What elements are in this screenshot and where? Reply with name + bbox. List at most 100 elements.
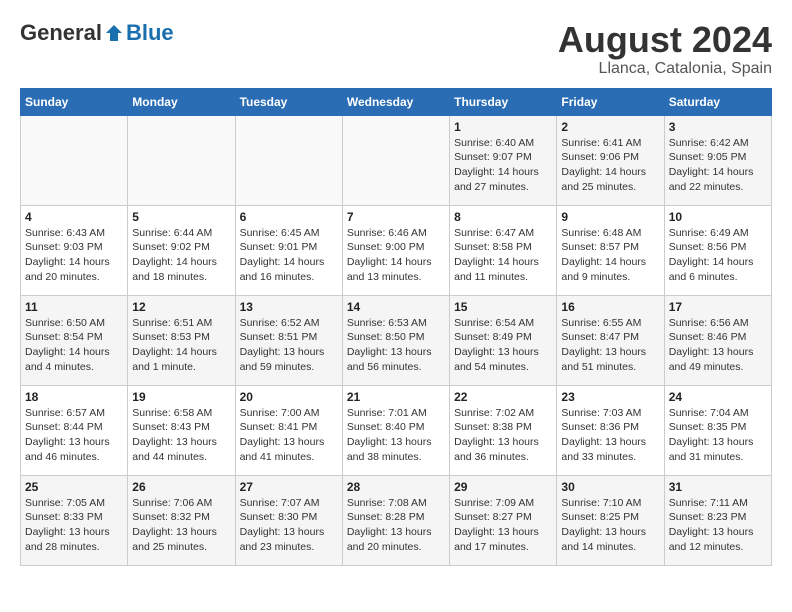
day-number: 15 [454, 300, 552, 314]
calendar-cell: 26 Sunrise: 7:06 AMSunset: 8:32 PMDayligh… [128, 475, 235, 565]
day-info: Sunrise: 7:11 AMSunset: 8:23 PMDaylight:… [669, 496, 767, 555]
day-info: Sunrise: 6:50 AMSunset: 8:54 PMDaylight:… [25, 316, 123, 375]
day-info: Sunrise: 7:00 AMSunset: 8:41 PMDaylight:… [240, 406, 338, 465]
day-info: Sunrise: 6:52 AMSunset: 8:51 PMDaylight:… [240, 316, 338, 375]
logo: General Blue [20, 20, 174, 46]
weekday-header-friday: Friday [557, 88, 664, 115]
calendar-cell: 30Sunrise: 7:10 AMSunset: 8:25 PMDayligh… [557, 475, 664, 565]
calendar-cell: 12 Sunrise: 6:51 AMSunset: 8:53 PMDayligh… [128, 295, 235, 385]
calendar-cell: 6 Sunrise: 6:45 AMSunset: 9:01 PMDaylight… [235, 205, 342, 295]
weekday-header-thursday: Thursday [450, 88, 557, 115]
day-info: Sunrise: 7:03 AMSunset: 8:36 PMDaylight:… [561, 406, 659, 465]
calendar-cell: 27 Sunrise: 7:07 AMSunset: 8:30 PMDayligh… [235, 475, 342, 565]
calendar-cell: 9 Sunrise: 6:48 AMSunset: 8:57 PMDaylight… [557, 205, 664, 295]
calendar-cell: 23 Sunrise: 7:03 AMSunset: 8:36 PMDayligh… [557, 385, 664, 475]
calendar-cell: 31 Sunrise: 7:11 AMSunset: 8:23 PMDayligh… [664, 475, 771, 565]
day-info: Sunrise: 6:49 AMSunset: 8:56 PMDaylight:… [669, 226, 767, 285]
month-year-title: August 2024 [558, 20, 772, 60]
day-number: 21 [347, 390, 445, 404]
calendar-cell: 15 Sunrise: 6:54 AMSunset: 8:49 PMDayligh… [450, 295, 557, 385]
weekday-header-tuesday: Tuesday [235, 88, 342, 115]
day-number: 27 [240, 480, 338, 494]
day-number: 19 [132, 390, 230, 404]
day-number: 1 [454, 120, 552, 134]
day-info: Sunrise: 7:01 AMSunset: 8:40 PMDaylight:… [347, 406, 445, 465]
calendar-cell: 14Sunrise: 6:53 AMSunset: 8:50 PMDayligh… [342, 295, 449, 385]
day-number: 25 [25, 480, 123, 494]
day-number: 28 [347, 480, 445, 494]
calendar-cell: 7Sunrise: 6:46 AMSunset: 9:00 PMDaylight… [342, 205, 449, 295]
day-info: Sunrise: 6:48 AMSunset: 8:57 PMDaylight:… [561, 226, 659, 285]
day-number: 30 [561, 480, 659, 494]
calendar-cell: 22 Sunrise: 7:02 AMSunset: 8:38 PMDayligh… [450, 385, 557, 475]
day-info: Sunrise: 6:55 AMSunset: 8:47 PMDaylight:… [561, 316, 659, 375]
calendar-cell: 20 Sunrise: 7:00 AMSunset: 8:41 PMDayligh… [235, 385, 342, 475]
day-number: 13 [240, 300, 338, 314]
day-info: Sunrise: 7:04 AMSunset: 8:35 PMDaylight:… [669, 406, 767, 465]
calendar-cell: 13 Sunrise: 6:52 AMSunset: 8:51 PMDayligh… [235, 295, 342, 385]
day-number: 7 [347, 210, 445, 224]
page-header: General Blue August 2024 Llanca, Catalon… [20, 20, 772, 78]
day-number: 31 [669, 480, 767, 494]
title-section: August 2024 Llanca, Catalonia, Spain [558, 20, 772, 78]
day-info: Sunrise: 6:51 AMSunset: 8:53 PMDaylight:… [132, 316, 230, 375]
calendar-cell: 3 Sunrise: 6:42 AMSunset: 9:05 PMDaylight… [664, 115, 771, 205]
calendar-cell: 10 Sunrise: 6:49 AMSunset: 8:56 PMDayligh… [664, 205, 771, 295]
day-info: Sunrise: 7:07 AMSunset: 8:30 PMDaylight:… [240, 496, 338, 555]
day-number: 14 [347, 300, 445, 314]
day-info: Sunrise: 6:43 AMSunset: 9:03 PMDaylight:… [25, 226, 123, 285]
calendar-cell: 17 Sunrise: 6:56 AMSunset: 8:46 PMDayligh… [664, 295, 771, 385]
day-number: 29 [454, 480, 552, 494]
calendar-cell: 19 Sunrise: 6:58 AMSunset: 8:43 PMDayligh… [128, 385, 235, 475]
day-info: Sunrise: 6:47 AMSunset: 8:58 PMDaylight:… [454, 226, 552, 285]
day-info: Sunrise: 7:08 AMSunset: 8:28 PMDaylight:… [347, 496, 445, 555]
day-number: 10 [669, 210, 767, 224]
day-number: 20 [240, 390, 338, 404]
location-subtitle: Llanca, Catalonia, Spain [558, 60, 772, 78]
day-number: 18 [25, 390, 123, 404]
calendar-cell: 11Sunrise: 6:50 AMSunset: 8:54 PMDayligh… [21, 295, 128, 385]
day-number: 24 [669, 390, 767, 404]
day-info: Sunrise: 7:09 AMSunset: 8:27 PMDaylight:… [454, 496, 552, 555]
day-number: 2 [561, 120, 659, 134]
calendar-cell: 18Sunrise: 6:57 AMSunset: 8:44 PMDayligh… [21, 385, 128, 475]
day-number: 16 [561, 300, 659, 314]
weekday-header-monday: Monday [128, 88, 235, 115]
weekday-header-sunday: Sunday [21, 88, 128, 115]
day-number: 23 [561, 390, 659, 404]
calendar-cell: 8 Sunrise: 6:47 AMSunset: 8:58 PMDaylight… [450, 205, 557, 295]
day-info: Sunrise: 6:45 AMSunset: 9:01 PMDaylight:… [240, 226, 338, 285]
day-info: Sunrise: 6:56 AMSunset: 8:46 PMDaylight:… [669, 316, 767, 375]
calendar-cell: 16 Sunrise: 6:55 AMSunset: 8:47 PMDayligh… [557, 295, 664, 385]
day-number: 8 [454, 210, 552, 224]
calendar-cell: 2 Sunrise: 6:41 AMSunset: 9:06 PMDaylight… [557, 115, 664, 205]
day-info: Sunrise: 7:02 AMSunset: 8:38 PMDaylight:… [454, 406, 552, 465]
day-number: 3 [669, 120, 767, 134]
calendar-week-row: 25 Sunrise: 7:05 AMSunset: 8:33 PMDayligh… [21, 475, 772, 565]
logo-general-text: General [20, 20, 102, 46]
calendar-cell: 29 Sunrise: 7:09 AMSunset: 8:27 PMDayligh… [450, 475, 557, 565]
calendar-cell [21, 115, 128, 205]
calendar-cell [342, 115, 449, 205]
day-number: 5 [132, 210, 230, 224]
day-info: Sunrise: 6:58 AMSunset: 8:43 PMDaylight:… [132, 406, 230, 465]
day-number: 6 [240, 210, 338, 224]
day-info: Sunrise: 7:05 AMSunset: 8:33 PMDaylight:… [25, 496, 123, 555]
calendar-week-row: 18Sunrise: 6:57 AMSunset: 8:44 PMDayligh… [21, 385, 772, 475]
day-number: 22 [454, 390, 552, 404]
day-number: 17 [669, 300, 767, 314]
day-info: Sunrise: 6:40 AMSunset: 9:07 PMDaylight:… [454, 136, 552, 195]
day-info: Sunrise: 6:54 AMSunset: 8:49 PMDaylight:… [454, 316, 552, 375]
calendar-cell: 21 Sunrise: 7:01 AMSunset: 8:40 PMDayligh… [342, 385, 449, 475]
day-number: 12 [132, 300, 230, 314]
day-info: Sunrise: 7:06 AMSunset: 8:32 PMDaylight:… [132, 496, 230, 555]
day-number: 4 [25, 210, 123, 224]
day-info: Sunrise: 6:44 AMSunset: 9:02 PMDaylight:… [132, 226, 230, 285]
calendar-cell: 1 Sunrise: 6:40 AMSunset: 9:07 PMDaylight… [450, 115, 557, 205]
day-number: 9 [561, 210, 659, 224]
calendar-week-row: 4 Sunrise: 6:43 AMSunset: 9:03 PMDaylight… [21, 205, 772, 295]
day-info: Sunrise: 6:42 AMSunset: 9:05 PMDaylight:… [669, 136, 767, 195]
day-info: Sunrise: 6:41 AMSunset: 9:06 PMDaylight:… [561, 136, 659, 195]
day-number: 26 [132, 480, 230, 494]
weekday-header-row: SundayMondayTuesdayWednesdayThursdayFrid… [21, 88, 772, 115]
